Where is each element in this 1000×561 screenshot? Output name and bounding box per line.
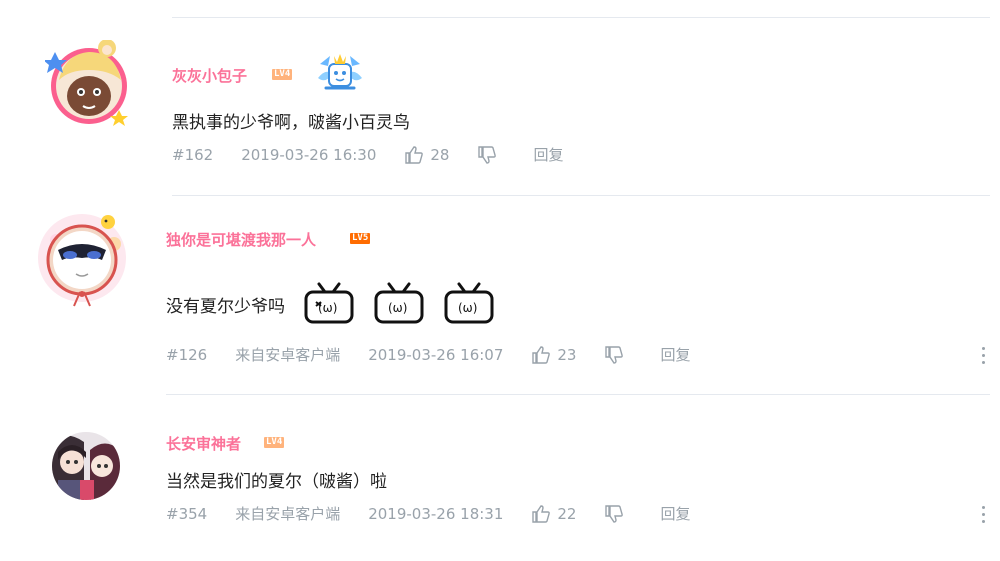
comment-text: 当然是我们的夏尔（啵酱）啦 (166, 472, 387, 492)
username[interactable]: 独你是可堪渡我那一人 (166, 229, 316, 250)
avatar-image (38, 214, 126, 307)
level-badge: LV4 (272, 69, 293, 80)
comment-meta: #354 来自安卓客户端 2019-03-26 18:31 22 回复 (166, 503, 691, 524)
avatar[interactable] (36, 210, 126, 307)
fan-badge-icon (316, 52, 364, 98)
device-label: 来自安卓客户端 (235, 505, 341, 523)
reply-button[interactable]: 回复 (660, 503, 690, 524)
comment-meta: #162 2019-03-26 16:30 28 回复 (172, 144, 563, 165)
dislike-button[interactable] (477, 145, 497, 165)
thumbs-up-icon (532, 345, 551, 364)
thumbs-down-icon (605, 504, 624, 523)
floor-number: #126 (166, 345, 208, 364)
floor-number: #162 (172, 145, 214, 164)
timestamp: 2019-03-26 16:07 (368, 345, 504, 364)
more-options-icon[interactable] (981, 347, 987, 367)
floor-number: #354 (166, 504, 208, 523)
tv-face-emote: (ω) (373, 282, 425, 326)
like-count: 23 (557, 345, 577, 364)
username[interactable]: 灰灰小包子 (172, 65, 247, 86)
avatar-image (52, 432, 120, 500)
timestamp: 2019-03-26 18:31 (368, 504, 504, 523)
like-button[interactable]: 23 (531, 345, 576, 365)
like-button[interactable]: 28 (404, 145, 449, 165)
device-label: 来自安卓客户端 (235, 346, 341, 364)
avatar[interactable] (43, 39, 129, 126)
username[interactable]: 长安审神者 (166, 433, 241, 454)
level-badge: LV4 (264, 437, 285, 448)
timestamp: 2019-03-26 16:30 (241, 145, 377, 164)
tv-face-emote: (ω) (443, 282, 495, 326)
svg-text:(ω): (ω) (388, 301, 407, 315)
thumbs-up-icon (532, 504, 551, 523)
comment-text: 黑执事的少爷啊，啵酱小百灵鸟 (172, 113, 410, 133)
dislike-button[interactable] (604, 345, 624, 365)
thumbs-up-icon (405, 145, 424, 164)
reply-button[interactable]: 回复 (533, 144, 563, 165)
more-options-icon[interactable] (981, 506, 987, 526)
divider (172, 195, 990, 196)
comment-text-row: 没有夏尔少爷吗 (ω) (ω) (ω) (166, 282, 495, 326)
like-count: 28 (430, 145, 450, 164)
comment-meta: #126 来自安卓客户端 2019-03-26 16:07 23 回复 (166, 344, 691, 365)
thumbs-down-icon (478, 145, 497, 164)
svg-text:(ω): (ω) (318, 301, 337, 315)
avatar-image (43, 39, 128, 126)
svg-text:(ω): (ω) (458, 301, 477, 315)
level-badge: LV5 (350, 233, 371, 244)
thumbs-down-icon (605, 345, 624, 364)
comment-text: 没有夏尔少爷吗 (166, 296, 285, 317)
divider (166, 394, 990, 395)
comment-item: 灰灰小包子 LV4 黑执事的少爷啊，啵酱小百灵鸟 #162 2019-03-26… (0, 0, 1000, 195)
like-button[interactable]: 22 (531, 504, 576, 524)
reply-button[interactable]: 回复 (660, 344, 690, 365)
like-count: 22 (557, 504, 577, 523)
avatar[interactable] (50, 430, 120, 500)
dislike-button[interactable] (604, 504, 624, 524)
tv-face-emote: (ω) (303, 282, 355, 326)
